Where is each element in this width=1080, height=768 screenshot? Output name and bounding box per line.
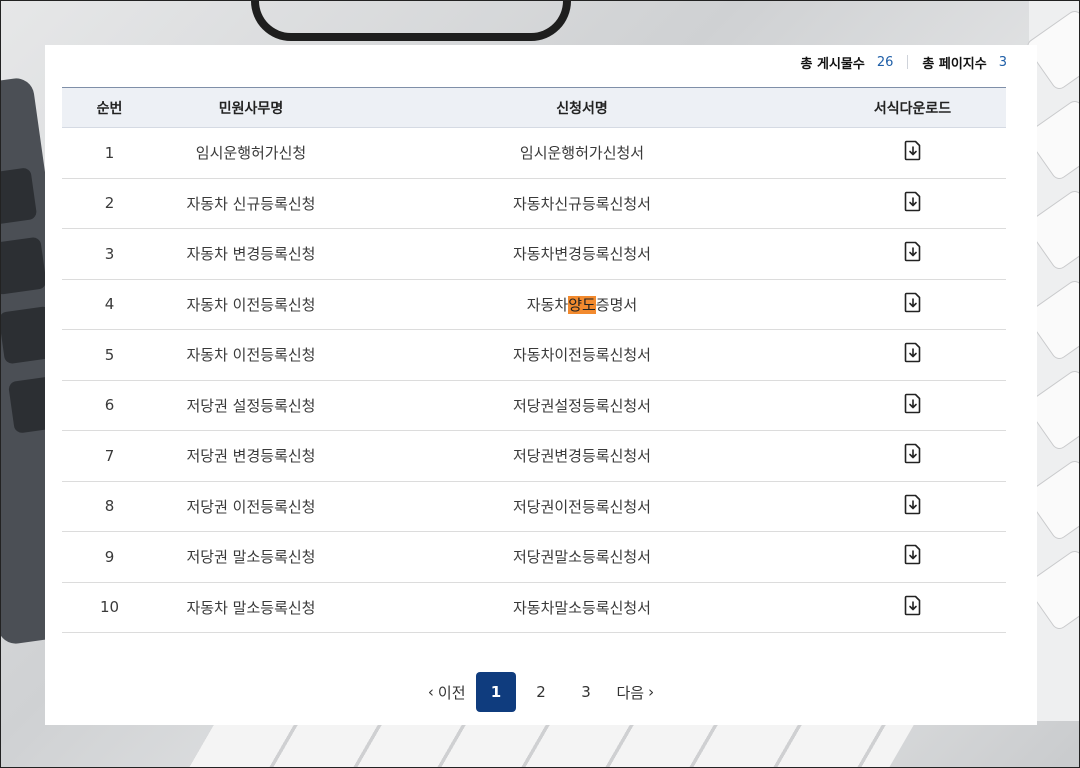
table-body: 1 임시운행허가신청 임시운행허가신청서 2 자동차 신규등록신청 자동차신규등록신청서 3… — [62, 127, 1006, 633]
download-cell — [819, 430, 1006, 482]
task-name: 저당권 이전등록신청 — [157, 481, 345, 532]
file-download-icon[interactable] — [904, 393, 922, 414]
task-name: 임시운행허가신청 — [157, 127, 345, 179]
row-number: 6 — [62, 380, 157, 431]
chevron-right-icon: › — [648, 683, 655, 701]
table-row: 10 자동차 말소등록신청 자동차말소등록신청서 — [62, 582, 1006, 633]
form-name: 저당권변경등록신청서 — [345, 430, 819, 482]
page-1-button[interactable]: 1 — [476, 672, 516, 712]
task-name: 자동차 이전등록신청 — [157, 329, 345, 381]
file-download-icon[interactable] — [904, 241, 922, 262]
form-name: 저당권설정등록신청서 — [345, 380, 819, 431]
pagination: ‹ 이전 1 2 3 다음 › — [45, 672, 1037, 712]
content-panel: 총 게시물수 26 총 페이지수 3 순번 민원사무명 신청서명 서식다운로드 … — [45, 45, 1037, 725]
prev-label: 이전 — [437, 683, 466, 702]
table-header: 순번 민원사무명 신청서명 서식다운로드 — [62, 87, 1006, 128]
form-name-highlight: 양도 — [568, 295, 596, 314]
total-pages-count: 3 — [998, 54, 1007, 70]
task-name: 자동차 변경등록신청 — [157, 228, 345, 280]
file-download-icon[interactable] — [904, 292, 922, 313]
board-summary: 총 게시물수 26 총 페이지수 3 — [801, 50, 1007, 74]
download-cell — [819, 329, 1006, 381]
file-download-icon[interactable] — [904, 595, 922, 616]
row-number: 7 — [62, 430, 157, 482]
download-cell — [819, 531, 1006, 583]
row-number: 4 — [62, 279, 157, 330]
form-name: 자동차이전등록신청서 — [345, 329, 819, 381]
form-name: 자동차변경등록신청서 — [345, 228, 819, 280]
table-row: 3 자동차 변경등록신청 자동차변경등록신청서 — [62, 228, 1006, 280]
row-number: 9 — [62, 531, 157, 583]
download-cell — [819, 279, 1006, 330]
task-name: 저당권 변경등록신청 — [157, 430, 345, 482]
table-row: 9 저당권 말소등록신청 저당권말소등록신청서 — [62, 531, 1006, 583]
row-number: 2 — [62, 178, 157, 229]
form-name: 자동차신규등록신청서 — [345, 178, 819, 229]
summary-divider — [907, 55, 909, 69]
task-name: 저당권 말소등록신청 — [157, 531, 345, 583]
file-download-icon[interactable] — [904, 140, 922, 161]
file-download-icon[interactable] — [904, 191, 922, 212]
row-number: 5 — [62, 329, 157, 381]
page-2-button[interactable]: 2 — [521, 672, 561, 712]
task-name: 자동차 신규등록신청 — [157, 178, 345, 229]
table-row: 5 자동차 이전등록신청 자동차이전등록신청서 — [62, 329, 1006, 381]
table-row: 1 임시운행허가신청 임시운행허가신청서 — [62, 127, 1006, 179]
form-name: 저당권말소등록신청서 — [345, 531, 819, 583]
page-3-button[interactable]: 3 — [566, 672, 606, 712]
prev-page-button[interactable]: ‹ 이전 — [416, 682, 474, 703]
row-number: 3 — [62, 228, 157, 280]
file-download-icon[interactable] — [904, 342, 922, 363]
table-row: 6 저당권 설정등록신청 저당권설정등록신청서 — [62, 380, 1006, 431]
next-label: 다음 — [616, 683, 645, 702]
download-cell — [819, 178, 1006, 229]
form-name-suffix: 증명서 — [595, 295, 638, 314]
form-name: 자동차말소등록신청서 — [345, 582, 819, 633]
task-name: 자동차 말소등록신청 — [157, 582, 345, 633]
row-number: 10 — [62, 582, 157, 633]
download-cell — [819, 228, 1006, 280]
total-posts-label: 총 게시물수 — [800, 56, 865, 72]
task-name: 저당권 설정등록신청 — [157, 380, 345, 431]
form-name: 저당권이전등록신청서 — [345, 481, 819, 532]
table-row: 7 저당권 변경등록신청 저당권변경등록신청서 — [62, 430, 1006, 482]
row-number: 8 — [62, 481, 157, 532]
form-name: 자동차양도증명서 — [345, 279, 819, 330]
header-download: 서식다운로드 — [819, 87, 1006, 128]
forms-table: 순번 민원사무명 신청서명 서식다운로드 1 임시운행허가신청 임시운행허가신청서 2… — [62, 87, 1006, 633]
total-pages-label: 총 페이지수 — [922, 56, 987, 72]
download-cell — [819, 582, 1006, 633]
file-download-icon[interactable] — [904, 494, 922, 515]
table-row: 4 자동차 이전등록신청 자동차양도증명서 — [62, 279, 1006, 330]
next-page-button[interactable]: 다음 › — [609, 682, 667, 703]
header-no: 순번 — [62, 87, 157, 128]
header-task-name: 민원사무명 — [157, 87, 345, 128]
glasses-decoration — [251, 1, 571, 41]
table-row: 2 자동차 신규등록신청 자동차신규등록신청서 — [62, 178, 1006, 229]
chevron-left-icon: ‹ — [427, 683, 434, 701]
row-number: 1 — [62, 127, 157, 179]
file-download-icon[interactable] — [904, 443, 922, 464]
form-name-prefix: 자동차 — [526, 295, 569, 314]
file-download-icon[interactable] — [904, 544, 922, 565]
task-name: 자동차 이전등록신청 — [157, 279, 345, 330]
total-posts-count: 26 — [876, 54, 894, 70]
download-cell — [819, 380, 1006, 431]
form-name: 임시운행허가신청서 — [345, 127, 819, 179]
header-form-name: 신청서명 — [345, 87, 819, 128]
download-cell — [819, 481, 1006, 532]
table-row: 8 저당권 이전등록신청 저당권이전등록신청서 — [62, 481, 1006, 532]
download-cell — [819, 127, 1006, 179]
